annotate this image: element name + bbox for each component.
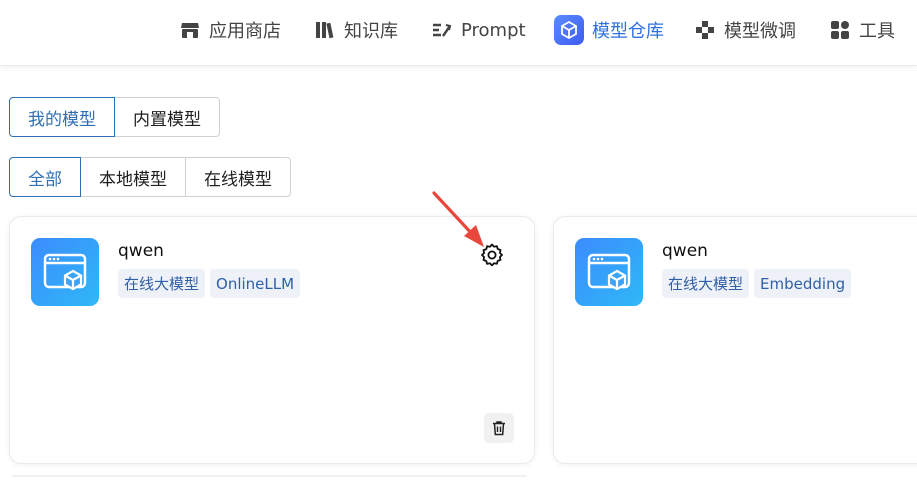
nav-item-model-repo[interactable]: 模型仓库	[554, 14, 664, 46]
nav-item-fine-tune[interactable]: 模型微调	[694, 14, 796, 46]
nav-item-tools[interactable]: 工具	[829, 14, 895, 46]
model-window-icon	[575, 238, 643, 306]
model-tags: 在线大模型 OnlineLLM	[118, 269, 301, 298]
nav-label: 工具	[859, 21, 895, 42]
nav-label: 模型微调	[724, 21, 796, 42]
model-card[interactable]: qwen 在线大模型 Embedding	[553, 216, 917, 464]
model-window-icon	[31, 238, 99, 306]
tab-online-models[interactable]: 在线模型	[185, 157, 291, 197]
puzzle-icon	[694, 19, 716, 41]
nav-label: Prompt	[461, 19, 526, 41]
settings-gear-icon[interactable]	[479, 241, 505, 267]
top-nav-bar: 应用商店 知识库 Prompt 模型仓库 模型微调 工具	[0, 0, 917, 66]
prompt-icon	[431, 19, 453, 41]
tab-my-models[interactable]: 我的模型	[9, 97, 115, 137]
model-name: qwen	[662, 241, 708, 261]
nav-item-prompt[interactable]: Prompt	[431, 14, 526, 46]
model-tags: 在线大模型 Embedding	[662, 269, 852, 298]
store-icon	[179, 19, 201, 41]
model-tag: 在线大模型	[662, 269, 750, 298]
model-filter-tabs: 全部 本地模型 在线模型	[9, 157, 291, 197]
model-tag: OnlineLLM	[210, 269, 301, 298]
delete-trash-icon[interactable]	[484, 413, 514, 443]
nav-label: 模型仓库	[592, 21, 664, 42]
tab-all[interactable]: 全部	[9, 157, 81, 197]
nav-label: 知识库	[344, 21, 398, 42]
tab-local-models[interactable]: 本地模型	[80, 157, 186, 197]
model-tag: Embedding	[754, 269, 852, 298]
cube-icon	[554, 15, 584, 45]
model-name: qwen	[118, 241, 164, 261]
model-card[interactable]: qwen 在线大模型 OnlineLLM	[9, 216, 535, 464]
model-scope-tabs: 我的模型 内置模型	[9, 97, 220, 137]
library-icon	[314, 19, 336, 41]
tab-builtin-models[interactable]: 内置模型	[114, 97, 220, 137]
divider	[12, 475, 527, 477]
apps-icon	[829, 19, 851, 41]
nav-label: 应用商店	[209, 21, 281, 42]
nav-item-knowledge-base[interactable]: 知识库	[314, 14, 398, 46]
model-tag: 在线大模型	[118, 269, 206, 298]
nav-item-app-store[interactable]: 应用商店	[179, 14, 281, 46]
